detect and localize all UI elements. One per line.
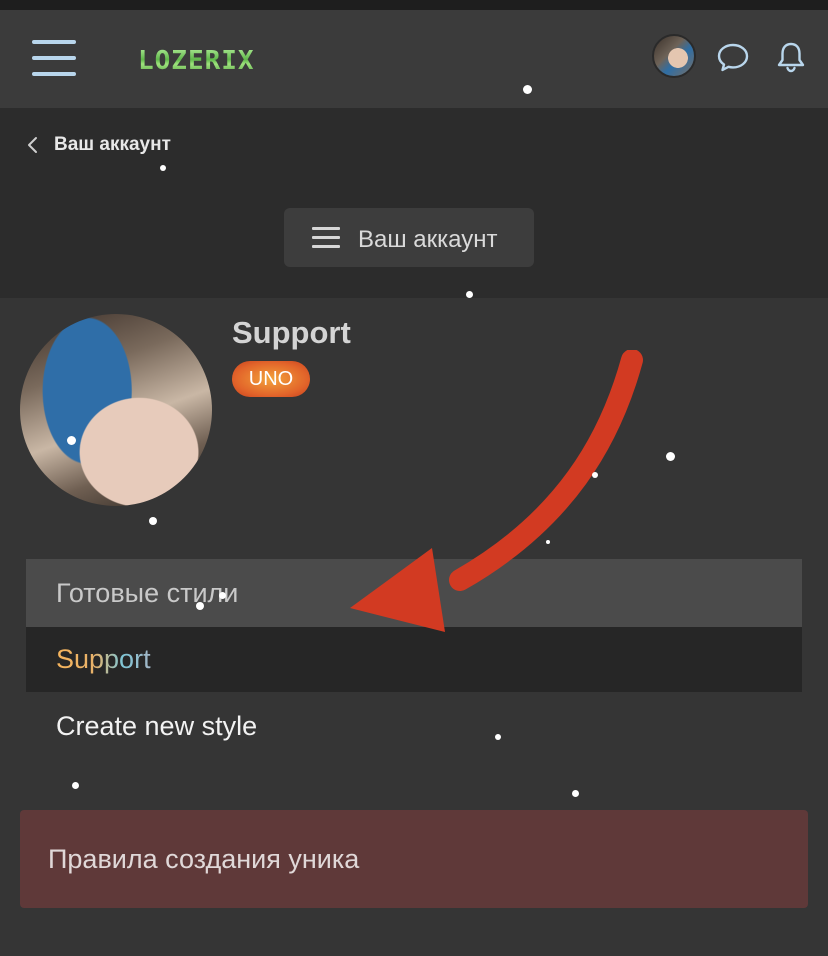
account-menu-button[interactable]: Ваш аккаунт bbox=[284, 208, 534, 267]
chevron-left-icon bbox=[28, 137, 37, 153]
bell-icon[interactable] bbox=[774, 40, 808, 74]
profile-avatar[interactable] bbox=[20, 314, 212, 506]
rules-banner[interactable]: Правила создания уника bbox=[20, 810, 808, 908]
menu-bar bbox=[32, 72, 76, 76]
page-title: Ваш аккаунт bbox=[358, 226, 498, 253]
menu-item-create-new-style[interactable]: Create new style bbox=[26, 692, 802, 760]
menu-item-label: Готовые стили bbox=[56, 577, 239, 608]
top-header: LOZERIX bbox=[0, 10, 828, 108]
profile-name: Support bbox=[232, 315, 351, 350]
chat-icon[interactable] bbox=[716, 40, 750, 74]
breadcrumb-label: Ваш аккаунт bbox=[54, 134, 171, 155]
menu-bar bbox=[32, 40, 76, 44]
rules-banner-label: Правила создания уника bbox=[48, 843, 360, 874]
menu-bar bbox=[32, 56, 76, 60]
hamburger-menu-button[interactable] bbox=[32, 38, 76, 78]
site-logo[interactable]: LOZERIX bbox=[138, 46, 255, 76]
menu-item-label: Create new style bbox=[56, 710, 258, 741]
user-avatar[interactable] bbox=[652, 34, 696, 78]
breadcrumb-area: Ваш аккаунт Ваш аккаунт bbox=[0, 108, 828, 298]
menu-item-label: Support bbox=[56, 644, 151, 674]
annotation-arrow-icon bbox=[350, 350, 643, 632]
status-badge: UNO bbox=[232, 361, 310, 397]
top-border bbox=[0, 0, 828, 10]
menu-icon bbox=[312, 227, 340, 249]
breadcrumb[interactable]: Ваш аккаунт bbox=[26, 134, 171, 156]
